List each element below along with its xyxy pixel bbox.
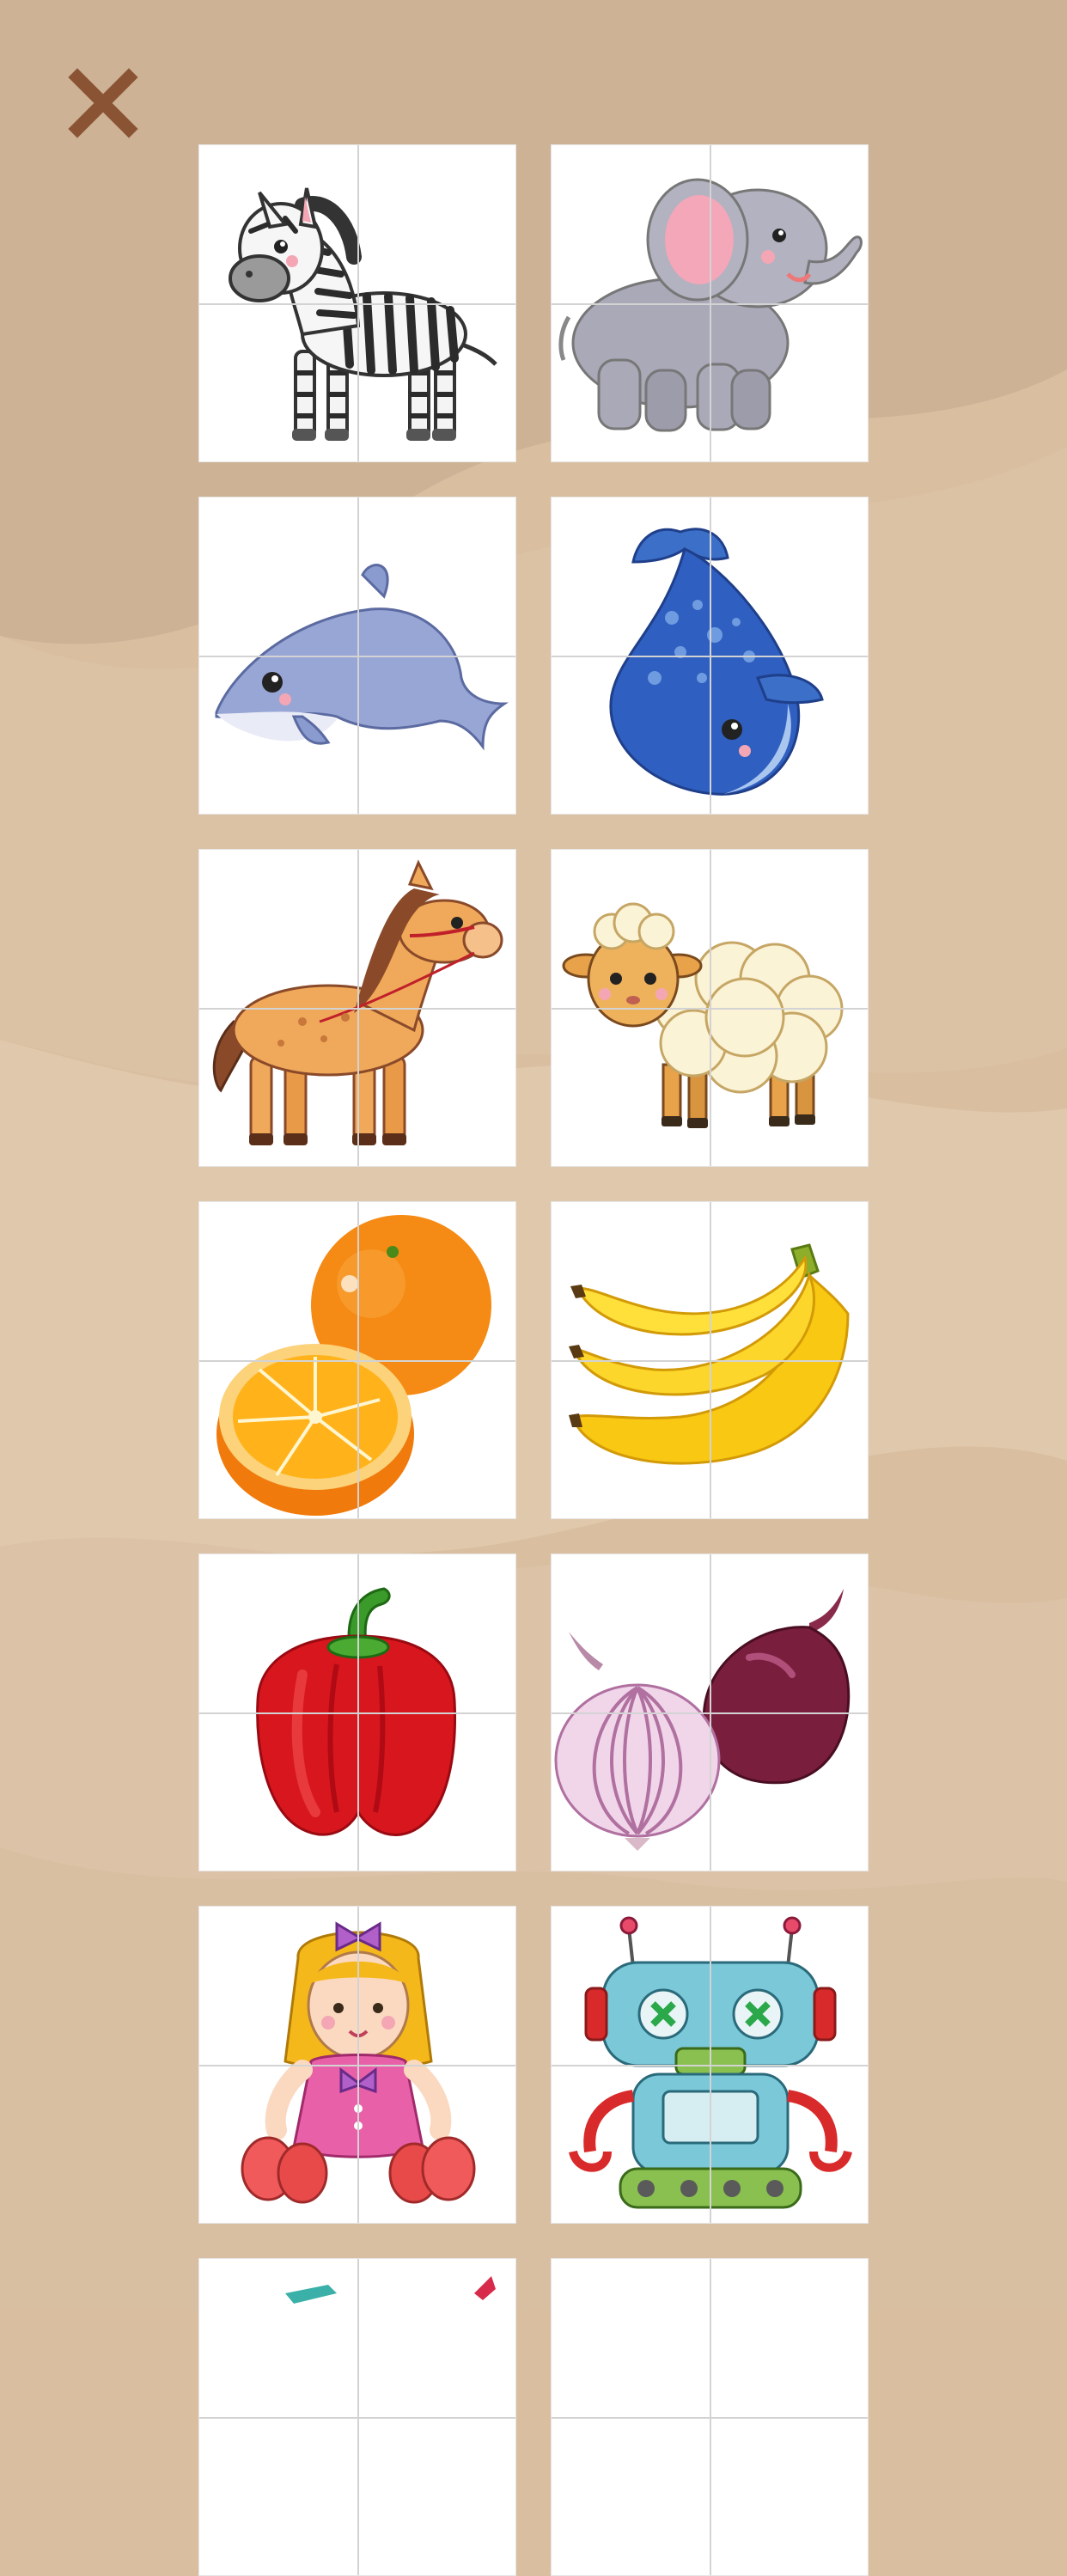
tile-grid-line (552, 303, 868, 305)
puzzle-tile-orange[interactable] (198, 1201, 516, 1519)
tile-grid-line (552, 656, 868, 657)
puzzle-tile-doll[interactable] (198, 1906, 516, 2224)
puzzle-tile-horse[interactable] (198, 849, 516, 1167)
tile-grid-line (199, 1008, 515, 1010)
puzzle-tile-onion[interactable] (551, 1554, 869, 1871)
puzzle-tile-bell-pepper[interactable] (198, 1554, 516, 1871)
tile-grid-line (199, 1712, 515, 1714)
close-button[interactable] (65, 65, 141, 141)
tile-grid-line (552, 2065, 868, 2066)
tile-grid-line (552, 2417, 868, 2419)
tile-grid-line (199, 1360, 515, 1362)
puzzle-tile-banana[interactable] (551, 1201, 869, 1519)
puzzle-tile-partial[interactable] (198, 2258, 516, 2576)
close-icon (68, 68, 138, 138)
puzzle-tile-dolphin[interactable] (198, 497, 516, 815)
tile-grid-line (552, 1712, 868, 1714)
puzzle-tile-sheep[interactable] (551, 849, 869, 1167)
tile-grid-line (552, 1360, 868, 1362)
tile-grid-line (199, 2417, 515, 2419)
puzzle-tile-partial[interactable] (551, 2258, 869, 2576)
puzzle-tile-robot[interactable] (551, 1906, 869, 2224)
puzzle-tile-zebra[interactable] (198, 144, 516, 462)
tile-grid-line (552, 1008, 868, 1010)
puzzle-tile-whale[interactable] (551, 497, 869, 815)
tile-grid-line (199, 303, 515, 305)
puzzle-tile-elephant[interactable] (551, 144, 869, 462)
tile-grid-line (199, 2065, 515, 2066)
tile-grid-line (199, 656, 515, 657)
puzzle-grid (198, 144, 869, 2576)
